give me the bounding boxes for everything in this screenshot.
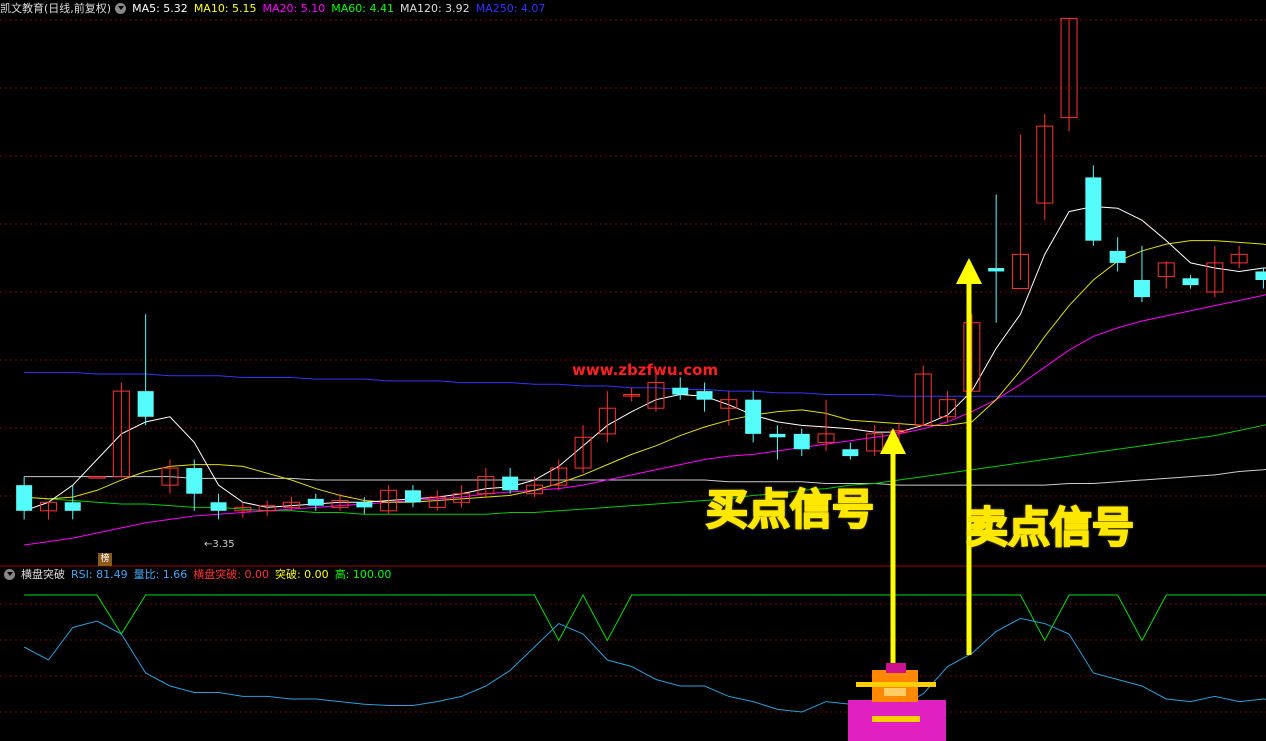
sub-legend: RSI: 81.49 量比: 1.66 横盘突破: 0.00 突破: 0.00 高: 1… <box>71 568 397 581</box>
candle-body <box>210 502 227 511</box>
rsi-line <box>23 617 1266 713</box>
candle-body <box>1133 280 1150 298</box>
sub-legend-item: 突破: 0.00 <box>274 568 329 581</box>
candle-body <box>988 268 1005 272</box>
sub-header: 横盘突破 RSI: 81.49 量比: 1.66 横盘突破: 0.00 突破: 0.00… <box>0 566 403 584</box>
candle-body <box>1085 177 1102 241</box>
god-hat-brim <box>856 682 936 687</box>
main-header: 凯文教育(日线,前复权) MA5: 5.32 MA10: 5.15 MA20: 5.1… <box>0 0 557 18</box>
low-price-label: ←3.35 <box>204 539 235 550</box>
ma-legend-item: MA250: 4.07 <box>475 2 546 15</box>
sub-legend-item: 高: 100.00 <box>334 568 392 581</box>
candle-body <box>793 433 810 450</box>
sell-signal-label: 卖点信号 <box>965 502 1135 553</box>
ma-legend-item: MA120: 3.92 <box>399 2 470 15</box>
candle-body <box>672 387 689 395</box>
candle-body <box>1182 278 1199 286</box>
god-face <box>884 688 906 696</box>
candle-body <box>502 476 519 491</box>
candle-body <box>356 502 373 508</box>
candle-body <box>1255 271 1266 280</box>
chart-title: 凯文教育(日线,前复权) <box>0 2 112 15</box>
candle-body <box>88 476 106 479</box>
candle-body <box>186 468 203 494</box>
candle-body <box>137 391 154 417</box>
sub-legend-item: 量比: 1.66 <box>133 568 188 581</box>
candle-body <box>842 449 859 457</box>
high-line <box>24 593 1266 642</box>
candles <box>16 17 1266 520</box>
dropdown-icon[interactable] <box>4 568 15 580</box>
candle-body <box>64 502 81 511</box>
candle-body <box>1109 250 1126 263</box>
fortune-god-icon <box>848 663 946 741</box>
ma-legend-item: MA10: 5.15 <box>193 2 257 15</box>
god-hat-top <box>886 663 906 673</box>
sub-legend-item: 横盘突破: 0.00 <box>193 568 269 581</box>
ma120-line <box>24 468 1266 486</box>
rank-badge: 榜 <box>98 553 112 566</box>
candle-body <box>16 485 33 511</box>
ma5-line <box>23 205 1266 512</box>
sub-title: 横盘突破 <box>21 568 65 581</box>
sub-legend-item: RSI: 81.49 <box>71 568 128 581</box>
candle-body <box>307 498 324 506</box>
ma-legend-item: MA5: 5.32 <box>132 2 188 15</box>
candle-body <box>696 391 713 400</box>
arrow-head <box>956 258 982 284</box>
candle-body <box>769 433 786 438</box>
candle-body <box>404 490 421 503</box>
sub-indicator-lines <box>23 593 1266 713</box>
ma-legend: MA5: 5.32 MA10: 5.15 MA20: 5.10 MA60: 4.41 M… <box>132 2 551 15</box>
ma-legend-item: MA20: 5.10 <box>262 2 326 15</box>
candle-body <box>745 399 762 434</box>
god-belt <box>872 716 920 722</box>
buy-arrow <box>880 428 906 672</box>
watermark: www.zbzfwu.com <box>572 361 719 379</box>
signal-arrows <box>880 258 982 672</box>
ma-legend-item: MA60: 4.41 <box>331 2 394 15</box>
dropdown-icon[interactable] <box>115 2 127 14</box>
buy-signal-label: 买点信号 <box>705 484 875 535</box>
